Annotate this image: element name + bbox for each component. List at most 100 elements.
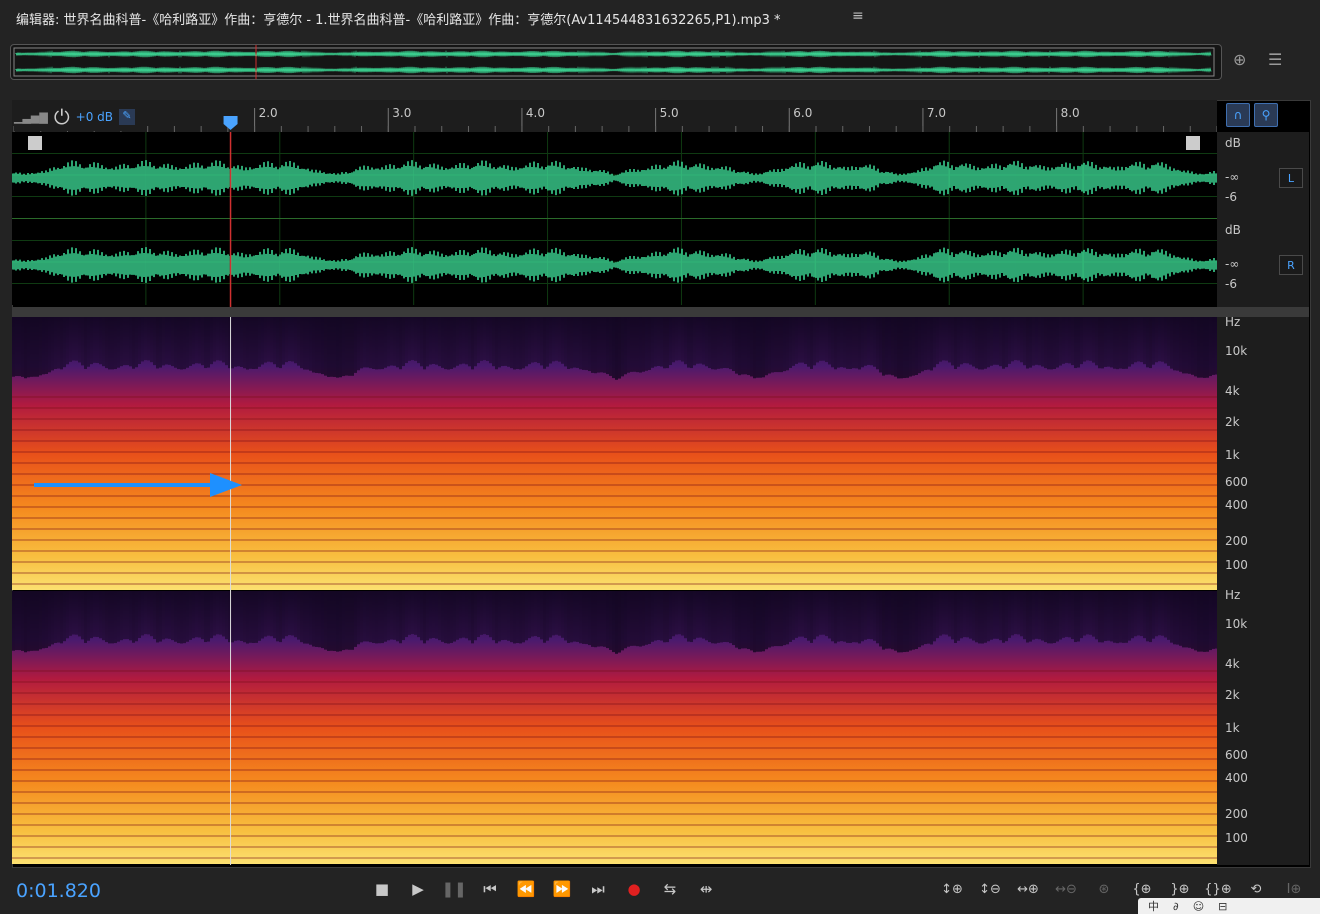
spectral-column [774, 317, 777, 373]
spectral-display[interactable] [12, 317, 1217, 865]
spectral-column [1065, 591, 1068, 637]
spectral-column [789, 591, 792, 642]
spectral-column [615, 591, 618, 654]
spectral-column [1089, 317, 1092, 361]
spectral-column [456, 591, 459, 640]
skip-to-end-icon[interactable]: ⏭ [586, 878, 610, 900]
spectral-column [645, 317, 648, 371]
fade-in-handle[interactable] [28, 136, 42, 150]
spectral-column [387, 591, 390, 641]
spectral-column [48, 591, 51, 647]
spectral-column [312, 317, 315, 373]
loop-icon[interactable]: ⇆ [658, 878, 682, 900]
spectral-column [174, 317, 177, 368]
spectral-column [48, 317, 51, 373]
spectral-column [855, 591, 858, 643]
spectral-column [51, 591, 54, 645]
tray-item[interactable]: ☺ [1193, 900, 1204, 913]
ruler-label: 6.0 [793, 106, 812, 120]
hamburger-icon[interactable]: ≡ [852, 8, 864, 24]
skip-selection-icon[interactable]: ⇹ [694, 878, 718, 900]
gain-knob-icon[interactable]: ⏻ [54, 105, 70, 129]
time-ruler[interactable]: 2.0 3.0 4.0 5.0 6.0 7.0 8.0 [12, 100, 1217, 132]
channel-right-badge[interactable]: R [1279, 255, 1303, 275]
spectral-column [513, 317, 516, 370]
rewind-icon[interactable]: ⏪ [514, 878, 538, 900]
spectral-column [942, 591, 945, 635]
ruler-label: 8.0 [1061, 106, 1080, 120]
zoom-reset-icon[interactable]: ⟲ [1240, 878, 1272, 900]
zoom-full-icon[interactable]: ⊛ [1088, 878, 1120, 900]
play-icon[interactable]: ▶ [406, 878, 430, 900]
spectral-column [387, 317, 390, 367]
spectral-column [780, 591, 783, 647]
spectral-column [294, 317, 297, 364]
spectral-column [222, 317, 225, 363]
spectral-column [105, 591, 108, 643]
pause-icon[interactable]: ❚❚ [441, 878, 466, 900]
zoom-out-amplitude-icon[interactable]: ↕⊖ [974, 878, 1006, 900]
spectral-column [591, 591, 594, 647]
skip-to-start-icon[interactable]: ⏮ [478, 878, 502, 900]
tray-item[interactable]: 中 [1148, 898, 1159, 914]
zoom-out-time-icon[interactable]: ↔⊖ [1050, 878, 1082, 900]
spectral-column [1125, 317, 1128, 369]
spectral-column [813, 317, 816, 366]
spectral-column [645, 591, 648, 645]
spectral-column [306, 317, 309, 370]
db-label-1: -∞ [1225, 170, 1240, 184]
spectral-column [171, 591, 174, 641]
marker-pin-icon[interactable]: ⚲ [1254, 103, 1278, 127]
overview-waveform[interactable] [10, 44, 1222, 80]
tray-item[interactable]: ⊟ [1218, 900, 1227, 913]
spectral-column [201, 591, 204, 640]
spectral-column [531, 317, 534, 363]
spectral-column [300, 591, 303, 643]
spectral-column [966, 591, 969, 638]
spectral-column [1164, 317, 1167, 364]
spectral-column [747, 317, 750, 376]
spectral-column [897, 591, 900, 653]
channel-left-badge[interactable]: L [1279, 168, 1303, 188]
zoom-target-icon[interactable]: ⊕ [1233, 50, 1246, 69]
hud-gain-control[interactable]: ▁▃▅▇ ⏻ +0 dB ✎ [14, 103, 142, 131]
spectral-column [927, 317, 930, 370]
spectral-column [171, 317, 174, 367]
spectral-column [1083, 317, 1086, 362]
spectral-column [768, 591, 771, 648]
tray-item[interactable]: ∂ [1173, 900, 1179, 913]
fast-forward-icon[interactable]: ⏩ [550, 878, 574, 900]
view-splitter[interactable] [12, 307, 1309, 317]
zoom-fit-icon[interactable]: I⊕ [1278, 878, 1310, 900]
zoom-in-left-icon[interactable]: {⊕ [1126, 878, 1158, 900]
stop-icon[interactable]: ■ [370, 878, 394, 900]
spectral-column [765, 317, 768, 376]
fade-out-handle[interactable] [1186, 136, 1200, 150]
pin-icon[interactable]: ✎ [119, 109, 136, 125]
spectral-column [1038, 591, 1041, 640]
playhead-handle[interactable] [223, 116, 238, 130]
spectral-column [903, 591, 906, 653]
spectral-column [1023, 317, 1026, 366]
spectral-column [465, 591, 468, 639]
spectral-column [111, 317, 114, 370]
spectral-column [414, 317, 417, 361]
spectral-column [1206, 591, 1209, 652]
zoom-selection-icon[interactable]: {}⊕ [1202, 878, 1234, 900]
spectral-column [840, 591, 843, 642]
waveform-display[interactable] [12, 132, 1217, 307]
spectral-column [429, 317, 432, 365]
spectral-column [810, 591, 813, 643]
spectral-column [633, 317, 636, 372]
zoom-in-time-icon[interactable]: ↔⊕ [1012, 878, 1044, 900]
spectral-column [591, 317, 594, 373]
spectral-column [375, 317, 378, 370]
headphones-icon[interactable]: ∩ [1226, 103, 1250, 127]
spectral-column [525, 591, 528, 641]
zoom-in-amplitude-icon[interactable]: ↕⊕ [936, 878, 968, 900]
record-icon[interactable]: ● [622, 878, 646, 900]
list-view-icon[interactable]: ☰ [1268, 50, 1282, 69]
spectral-column [96, 317, 99, 363]
zoom-in-right-icon[interactable]: }⊕ [1164, 878, 1196, 900]
spectral-column [369, 591, 372, 643]
